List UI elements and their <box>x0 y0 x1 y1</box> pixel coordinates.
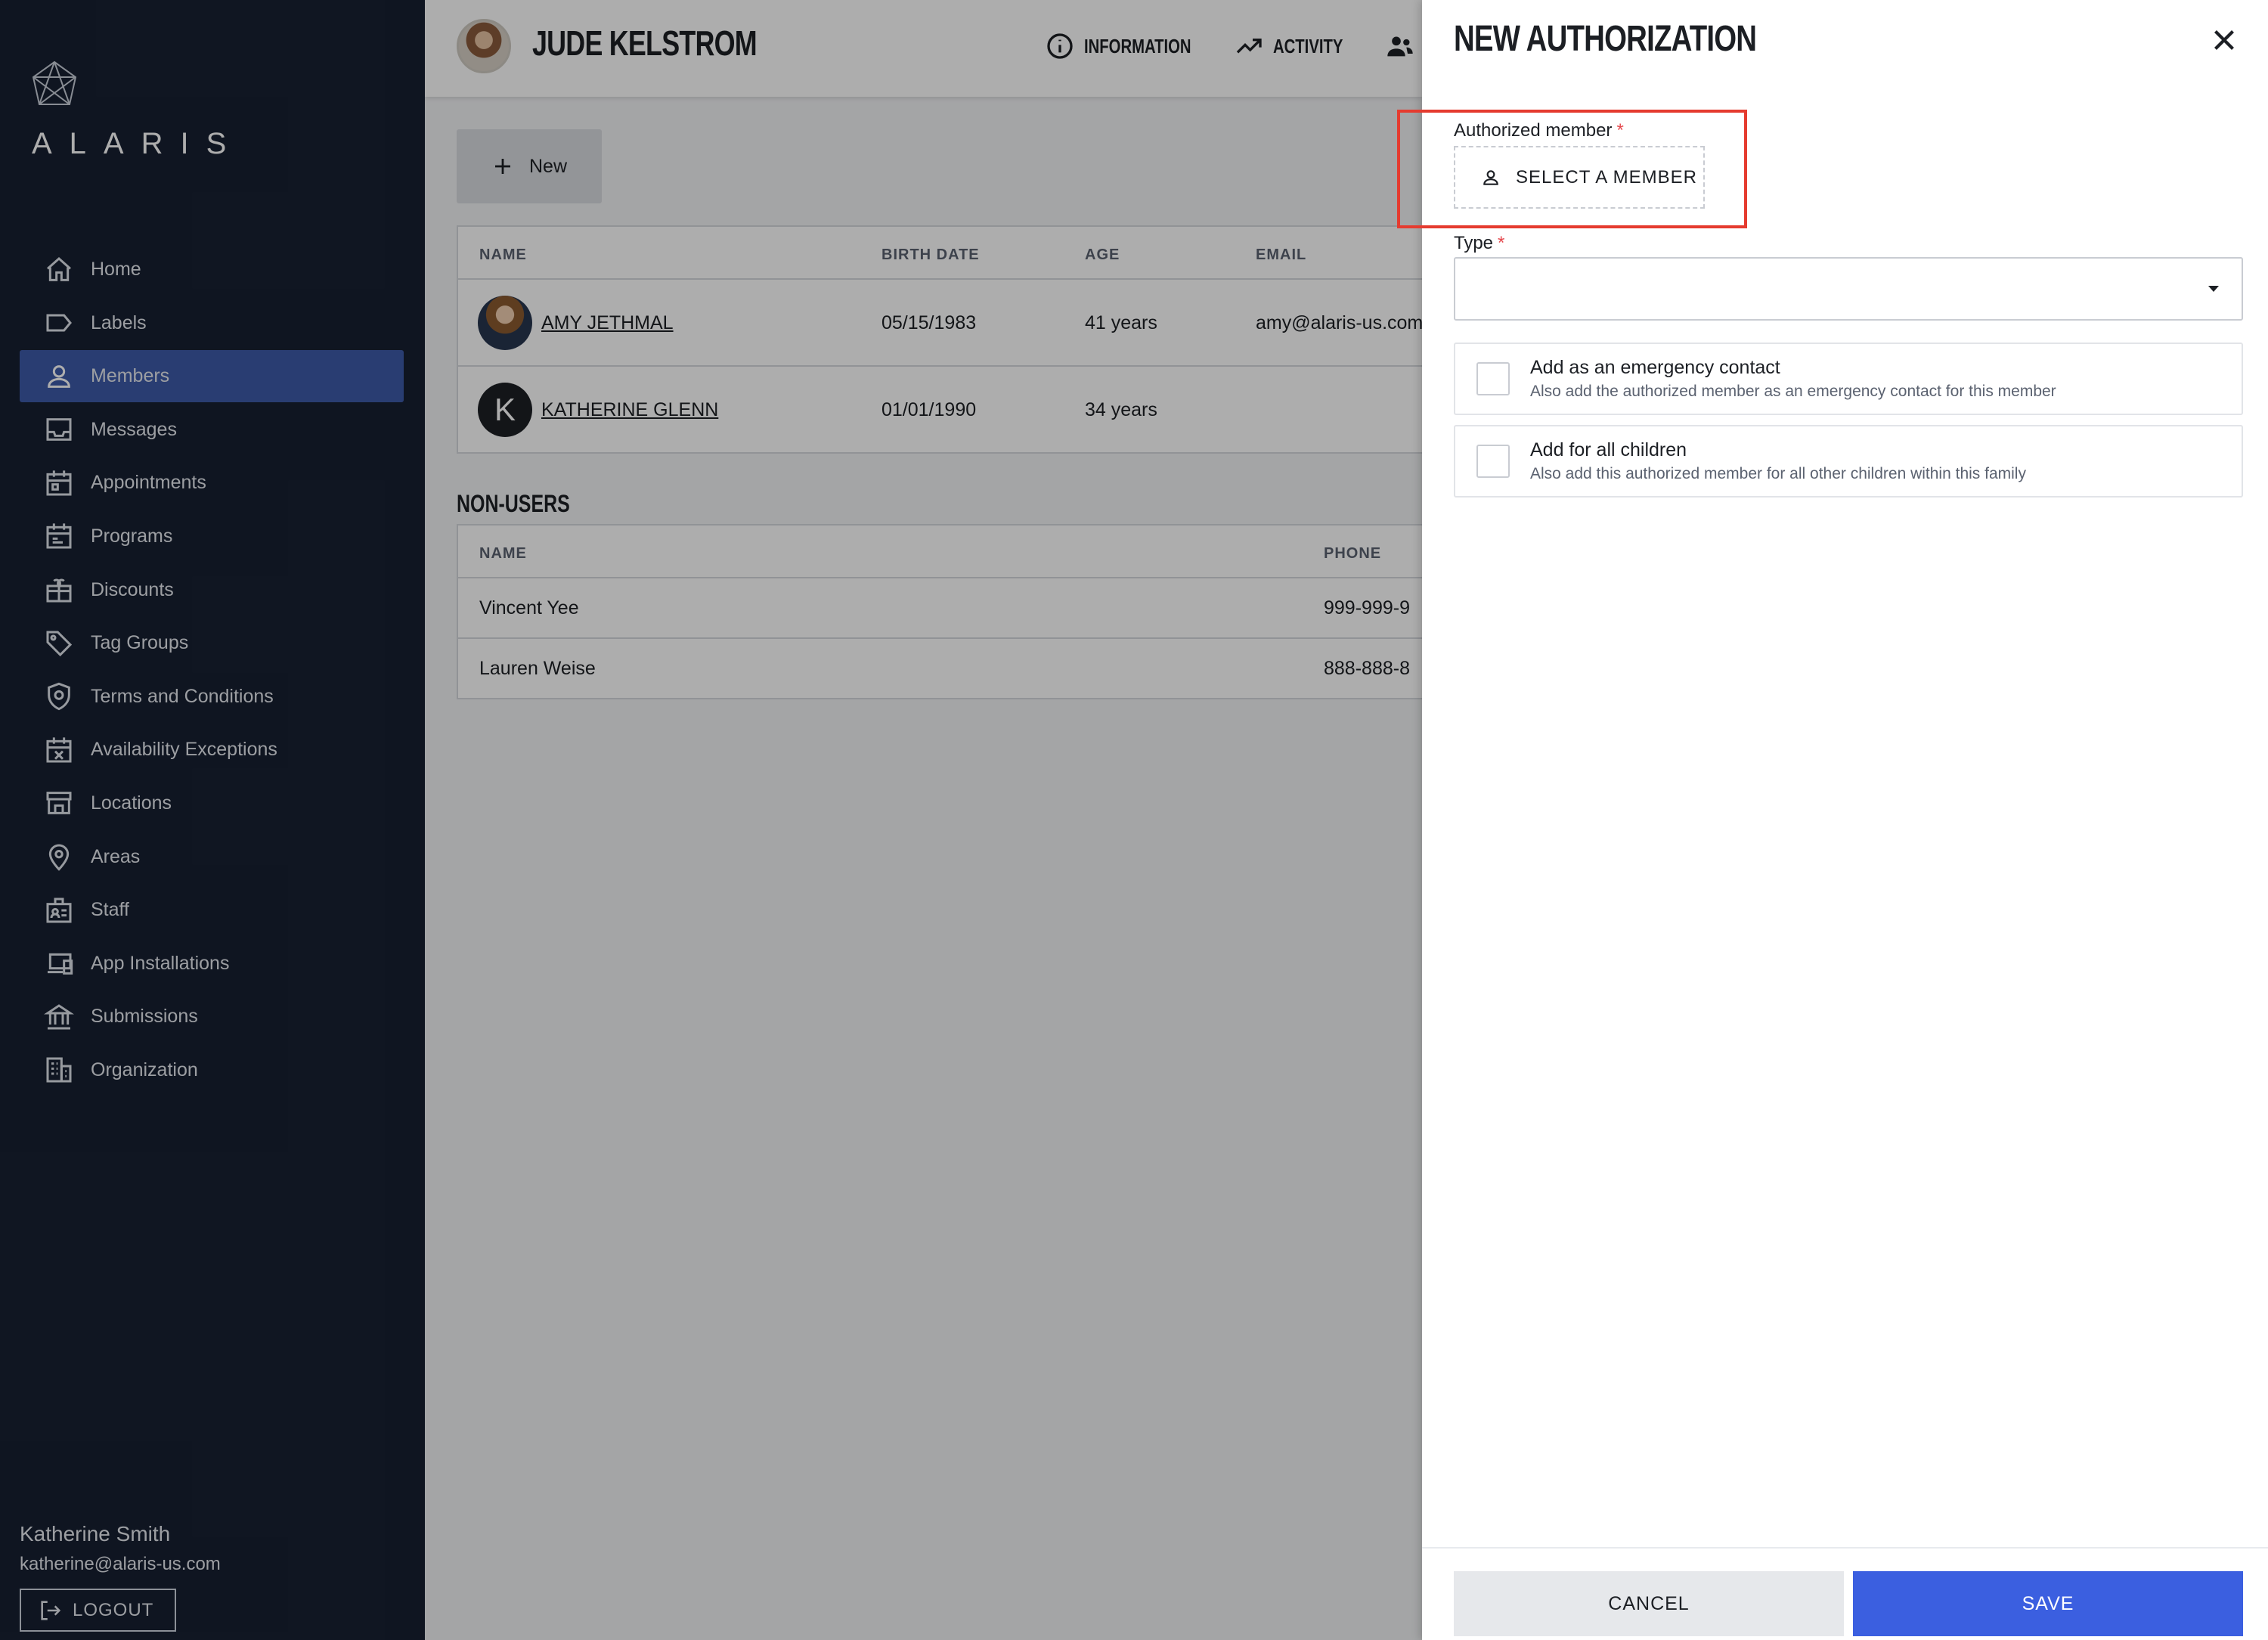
option-subtitle: Also add the authorized member as an eme… <box>1530 383 2056 400</box>
select-member-button[interactable]: SELECT A MEMBER <box>1454 146 1705 209</box>
required-marker: * <box>1498 233 1505 253</box>
label-text: Authorized member <box>1454 120 1613 141</box>
option-title: Add as an emergency contact <box>1530 357 1780 378</box>
cancel-button[interactable]: CANCEL <box>1454 1571 1844 1636</box>
option-subtitle: Also add this authorized member for all … <box>1530 465 2026 482</box>
all-children-checkbox[interactable] <box>1476 445 1510 478</box>
emergency-contact-checkbox[interactable] <box>1476 362 1510 395</box>
new-authorization-panel: NEW AUTHORIZATION Authorized member * SEL… <box>1397 0 2268 1640</box>
authorized-member-label: Authorized member * <box>1454 120 1624 141</box>
select-member-label: SELECT A MEMBER <box>1516 166 1697 188</box>
option-title: Add for all children <box>1530 439 1687 460</box>
required-marker: * <box>1616 120 1624 141</box>
close-icon[interactable] <box>2207 23 2242 57</box>
panel-title: NEW AUTHORIZATION <box>1454 19 1757 59</box>
emergency-contact-option[interactable]: Add as an emergency contact Also add the… <box>1454 343 2243 415</box>
all-children-option[interactable]: Add for all children Also add this autho… <box>1454 425 2243 498</box>
person-icon <box>1483 169 1498 185</box>
label-text: Type <box>1454 233 1494 253</box>
modal-backdrop[interactable] <box>0 0 1422 1640</box>
save-button[interactable]: SAVE <box>1853 1571 2243 1636</box>
type-label: Type * <box>1454 233 1504 254</box>
panel-footer: CANCEL SAVE <box>1422 1547 2268 1640</box>
type-select[interactable] <box>1454 257 2243 321</box>
chevron-down-icon <box>2208 286 2219 292</box>
